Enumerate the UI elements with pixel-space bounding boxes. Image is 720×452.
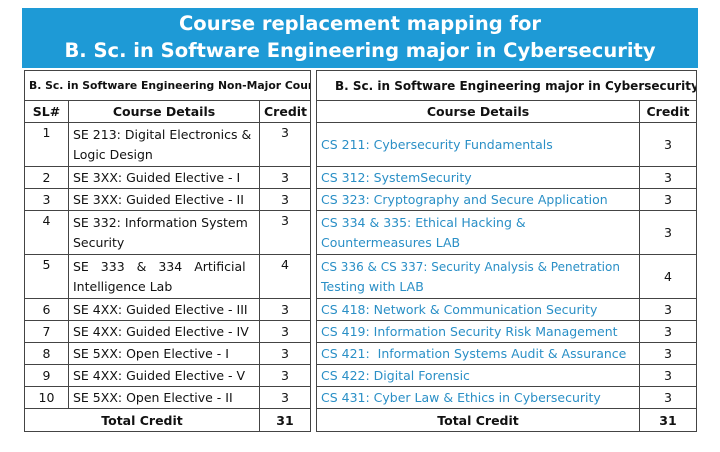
column-header-course-details: Course Details bbox=[316, 100, 640, 123]
course-line-2: Intelligence Lab bbox=[73, 278, 173, 294]
row-credit: 3 bbox=[259, 210, 311, 255]
table-row: 3 SE 3XX: Guided Elective - II 3 bbox=[24, 188, 311, 211]
table-row: 5 SE 333 & 334 Artificial Intelligence La… bbox=[24, 254, 311, 299]
total-row: Total Credit 31 bbox=[316, 408, 697, 432]
course-details: SE 332: Information System Security bbox=[68, 210, 260, 255]
course-details: SE 4XX: Guided Elective - V bbox=[68, 364, 260, 387]
row-credit: 3 bbox=[639, 166, 697, 189]
course-details: CS 422: Digital Forensic bbox=[316, 364, 640, 387]
non-major-section-header: B. Sc. in Software Engineering Non-Major… bbox=[24, 70, 311, 101]
row-credit: 3 bbox=[259, 166, 311, 189]
total-credit-value: 31 bbox=[259, 408, 311, 432]
course-name: SE 213: Digital Electronics & bbox=[73, 126, 252, 142]
non-major-courses-table: B. Sc. in Software Engineering Non-Major… bbox=[24, 70, 311, 432]
row-credit: 3 bbox=[639, 188, 697, 211]
row-credit: 3 bbox=[639, 320, 697, 343]
page-title-line-2: B. Sc. in Software Engineering major in … bbox=[64, 39, 656, 62]
row-credit: 3 bbox=[639, 342, 697, 365]
row-credit: 3 bbox=[259, 122, 311, 167]
row-credit: 3 bbox=[639, 364, 697, 387]
course-line-2: Countermeasures LAB bbox=[321, 234, 461, 250]
major-section-header: B. Sc. in Software Engineering major in … bbox=[316, 70, 697, 101]
row-credit: 3 bbox=[259, 342, 311, 365]
row-sl: 5 bbox=[24, 254, 69, 299]
page-title-line-1: Course replacement mapping for bbox=[179, 12, 541, 35]
course-details: SE 4XX: Guided Elective - III bbox=[68, 298, 260, 321]
row-credit: 3 bbox=[259, 298, 311, 321]
row-credit: 3 bbox=[259, 386, 311, 409]
row-credit: 3 bbox=[639, 210, 697, 255]
course-line-1: CS 334 & 335: Ethical Hacking & bbox=[321, 214, 526, 230]
total-credit-value: 31 bbox=[639, 408, 697, 432]
course-details: SE 5XX: Open Elective - I bbox=[68, 342, 260, 365]
course-details: CS 431: Cyber Law & Ethics in Cybersecur… bbox=[316, 386, 640, 409]
table-row: CS 418: Network & Communication Security… bbox=[316, 298, 697, 321]
course-details: CS 419: Information Security Risk Manage… bbox=[316, 320, 640, 343]
column-header-credit: Credit bbox=[259, 100, 311, 123]
row-credit: 3 bbox=[639, 298, 697, 321]
course-details: SE 5XX: Open Elective - II bbox=[68, 386, 260, 409]
course-line-1: CS 336 & CS 337: Security Analysis & Pen… bbox=[321, 259, 620, 274]
table-row: CS 422: Digital Forensic 3 bbox=[316, 364, 697, 387]
table-row: 10 SE 5XX: Open Elective - II 3 bbox=[24, 386, 311, 409]
course-details: SE 3XX: Guided Elective - II bbox=[68, 188, 260, 211]
table-row: CS 419: Information Security Risk Manage… bbox=[316, 320, 697, 343]
table-row: 7 SE 4XX: Guided Elective - IV 3 bbox=[24, 320, 311, 343]
cybersecurity-courses-table: B. Sc. in Software Engineering major in … bbox=[316, 70, 697, 432]
row-sl: 6 bbox=[24, 298, 69, 321]
total-credit-label: Total Credit bbox=[24, 408, 260, 432]
course-details: CS 211: Cybersecurity Fundamentals bbox=[316, 122, 640, 167]
row-credit: 4 bbox=[639, 254, 697, 299]
row-sl: 1 bbox=[24, 122, 69, 167]
row-credit: 3 bbox=[639, 122, 697, 167]
course-line-1: SE 332: Information System bbox=[73, 214, 248, 230]
total-row: Total Credit 31 bbox=[24, 408, 311, 432]
table-row: 6 SE 4XX: Guided Elective - III 3 bbox=[24, 298, 311, 321]
table-row: CS 334 & 335: Ethical Hacking & Counterme… bbox=[316, 210, 697, 255]
course-line-2: Logic Design bbox=[73, 146, 153, 162]
row-sl: 10 bbox=[24, 386, 69, 409]
course-line-2: Security bbox=[73, 234, 125, 250]
table-row: 1 SE 213: Digital Electronics & Logic Des… bbox=[24, 122, 311, 167]
column-header-course-details: Course Details bbox=[68, 100, 260, 123]
table-row: CS 421: Information Systems Audit & Assu… bbox=[316, 342, 697, 365]
course-details: CS 334 & 335: Ethical Hacking & Counterme… bbox=[316, 210, 640, 255]
table-row: 9 SE 4XX: Guided Elective - V 3 bbox=[24, 364, 311, 387]
title-banner: Course replacement mapping for B. Sc. in… bbox=[22, 8, 698, 68]
row-sl: 4 bbox=[24, 210, 69, 255]
total-credit-label: Total Credit bbox=[316, 408, 640, 432]
course-details: SE 3XX: Guided Elective - I bbox=[68, 166, 260, 189]
table-row: CS 336 & CS 337: Security Analysis & Pen… bbox=[316, 254, 697, 299]
row-credit: 3 bbox=[639, 386, 697, 409]
table-row: 2 SE 3XX: Guided Elective - I 3 bbox=[24, 166, 311, 189]
course-details: CS 421: Information Systems Audit & Assu… bbox=[316, 342, 640, 365]
course-details: SE 4XX: Guided Elective - IV bbox=[68, 320, 260, 343]
column-header-credit: Credit bbox=[639, 100, 697, 123]
course-details: SE 213: Digital Electronics & Logic Desig… bbox=[68, 122, 260, 167]
row-credit: 3 bbox=[259, 320, 311, 343]
course-line-1: SE 213: Digital Electronics & bbox=[73, 125, 255, 145]
row-credit: 4 bbox=[259, 254, 311, 299]
column-header-sl: SL# bbox=[24, 100, 69, 123]
row-sl: 7 bbox=[24, 320, 69, 343]
row-credit: 3 bbox=[259, 364, 311, 387]
course-line-1: SE 333 & 334 Artificial bbox=[73, 258, 246, 274]
course-details: CS 323: Cryptography and Secure Applicat… bbox=[316, 188, 640, 211]
course-details: SE 333 & 334 Artificial Intelligence Lab bbox=[68, 254, 260, 299]
table-row: CS 431: Cyber Law & Ethics in Cybersecur… bbox=[316, 386, 697, 409]
course-details: CS 312: SystemSecurity bbox=[316, 166, 640, 189]
course-details: CS 336 & CS 337: Security Analysis & Pen… bbox=[316, 254, 640, 299]
table-row: CS 312: SystemSecurity 3 bbox=[316, 166, 697, 189]
table-row: 4 SE 332: Information System Security 3 bbox=[24, 210, 311, 255]
row-sl: 3 bbox=[24, 188, 69, 211]
row-credit: 3 bbox=[259, 188, 311, 211]
table-row: CS 323: Cryptography and Secure Applicat… bbox=[316, 188, 697, 211]
row-sl: 2 bbox=[24, 166, 69, 189]
course-details: CS 418: Network & Communication Security bbox=[316, 298, 640, 321]
table-row: CS 211: Cybersecurity Fundamentals 3 bbox=[316, 122, 697, 167]
row-sl: 9 bbox=[24, 364, 69, 387]
course-line-2: Testing with LAB bbox=[321, 278, 424, 294]
table-row: 8 SE 5XX: Open Elective - I 3 bbox=[24, 342, 311, 365]
row-sl: 8 bbox=[24, 342, 69, 365]
